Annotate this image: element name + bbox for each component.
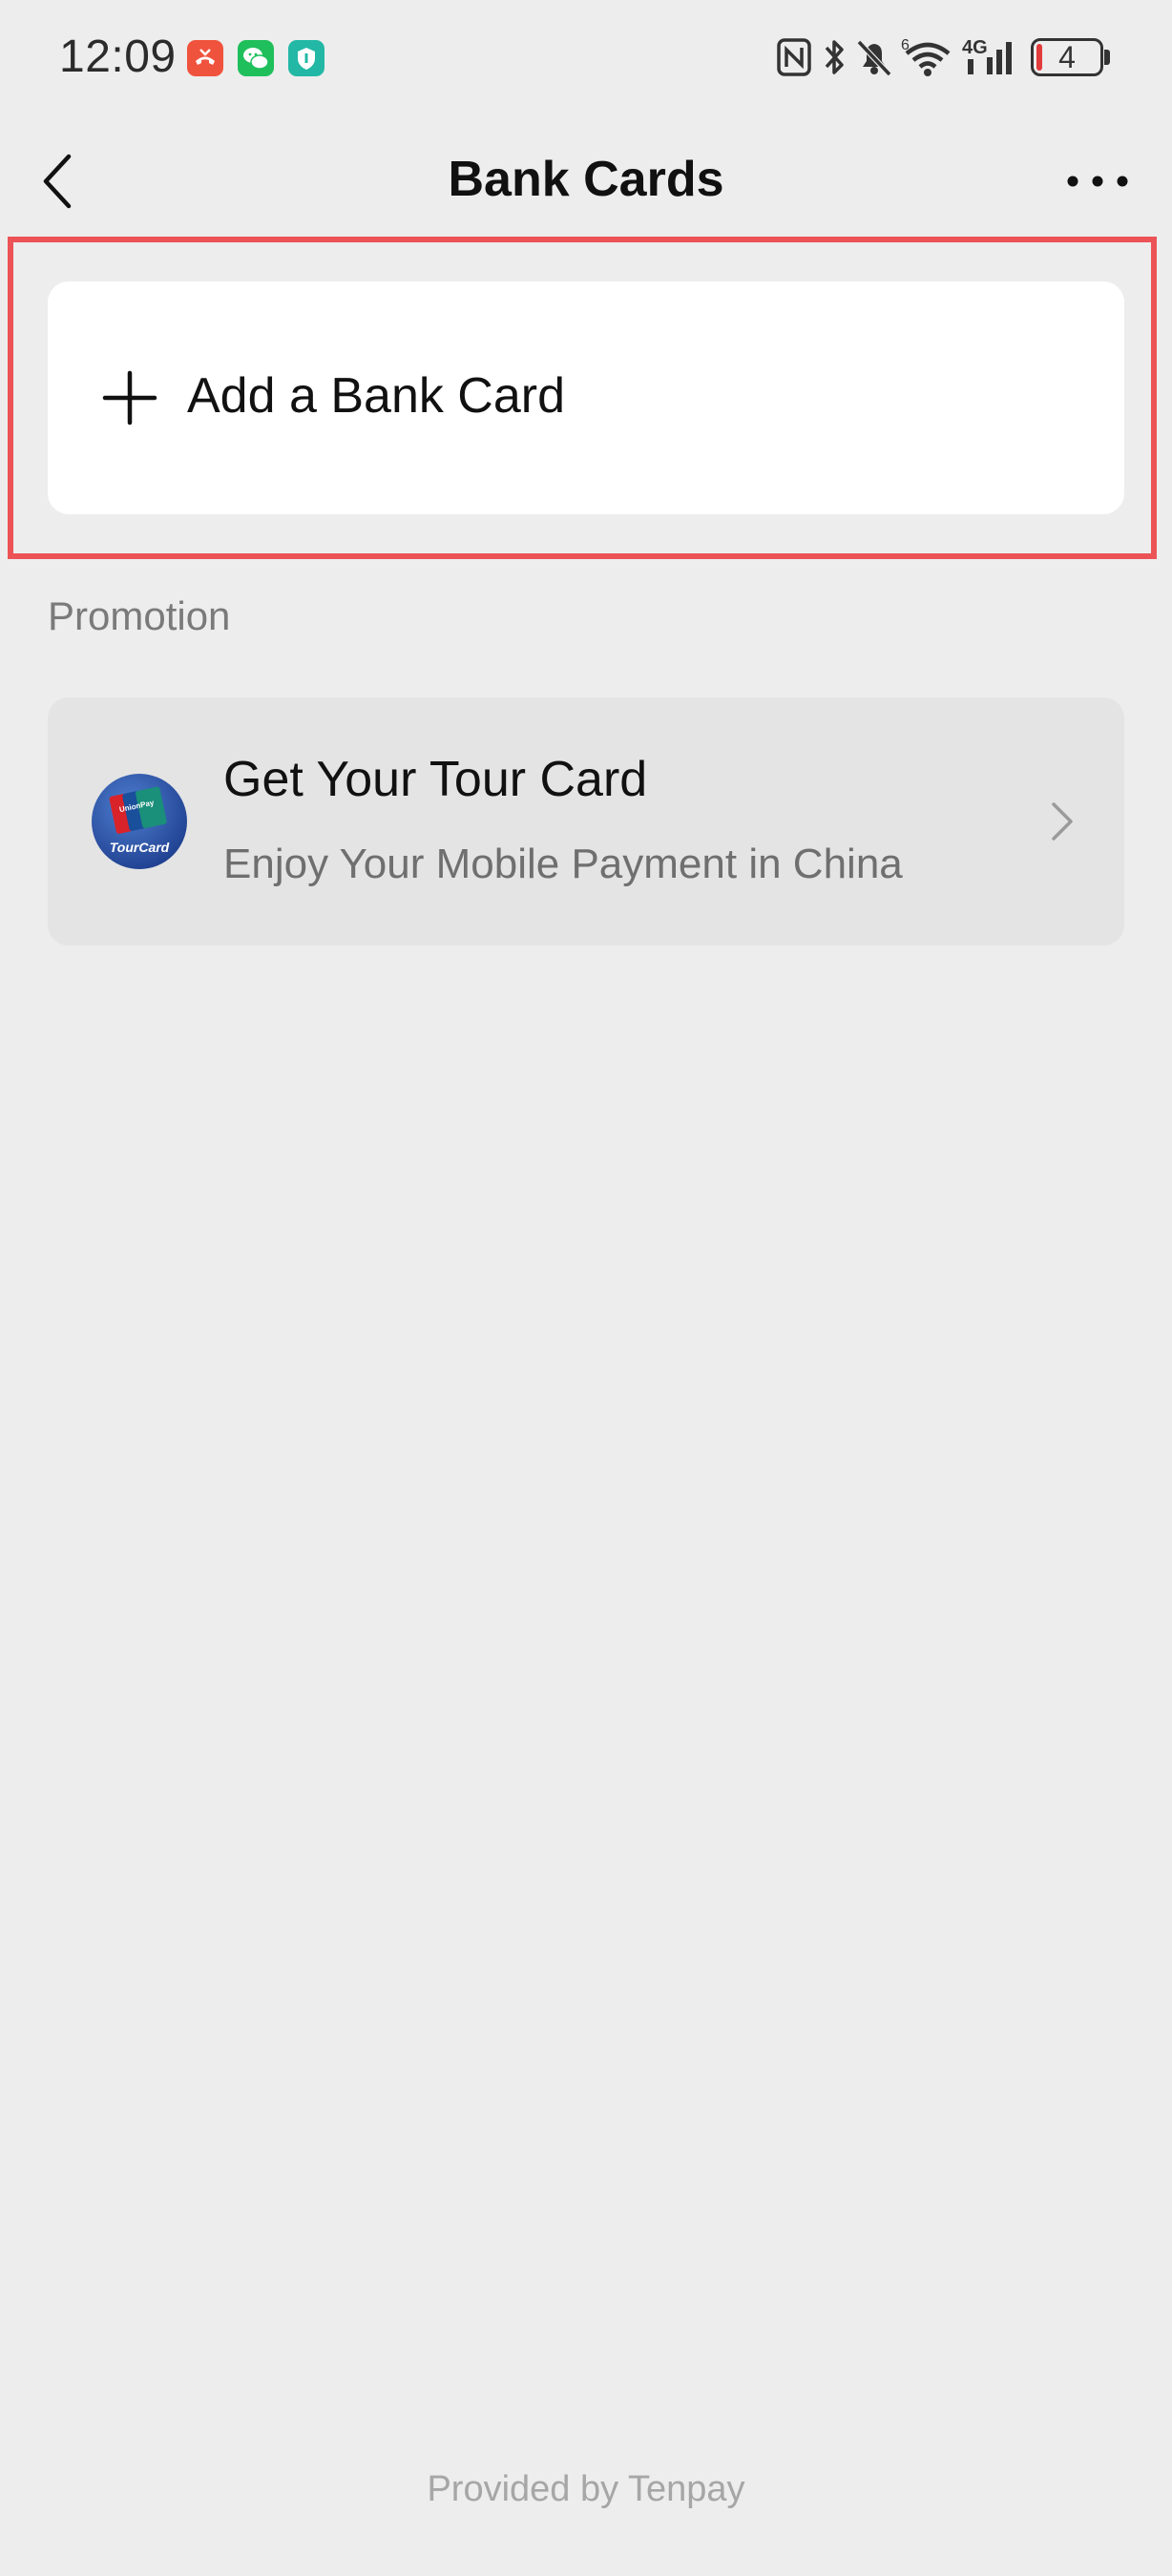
security-shield-icon	[288, 40, 324, 76]
add-bank-card-button[interactable]: Add a Bank Card	[48, 281, 1124, 514]
nfc-icon	[775, 36, 813, 78]
status-bar: 12:09 6 4G 4	[0, 0, 1172, 114]
chevron-right-icon	[1042, 797, 1080, 846]
status-time: 12:09	[59, 31, 177, 82]
wifi-icon: 6	[901, 36, 956, 78]
promotion-section-label: Promotion	[48, 593, 231, 638]
navigation-bar: Bank Cards	[0, 124, 1172, 239]
network-type-text: 4G	[962, 37, 988, 58]
battery-icon: 4	[1031, 38, 1103, 76]
battery-cap	[1104, 50, 1110, 65]
provided-by-footer: Provided by Tenpay	[427, 2469, 745, 2509]
tour-card-logo: UnionPay TourCard	[92, 774, 187, 869]
more-options-button[interactable]	[1059, 153, 1136, 210]
wechat-icon	[238, 40, 274, 76]
promotion-subtitle: Enjoy Your Mobile Payment in China	[223, 841, 903, 887]
add-bank-card-label: Add a Bank Card	[187, 368, 566, 424]
signal-icon: 4G	[962, 36, 1019, 78]
battery-level-text: 4	[1058, 40, 1076, 74]
page-title: Bank Cards	[448, 152, 724, 207]
more-dots-icon	[1067, 176, 1128, 187]
missed-call-icon	[187, 40, 223, 76]
bluetooth-icon	[821, 36, 848, 78]
tour-card-promotion[interactable]: UnionPay TourCard Get Your Tour Card Enj…	[48, 697, 1124, 945]
tour-card-logo-text: TourCard	[110, 840, 170, 855]
plus-icon	[101, 369, 158, 426]
promotion-title: Get Your Tour Card	[223, 752, 648, 807]
mute-bell-icon	[855, 36, 893, 78]
